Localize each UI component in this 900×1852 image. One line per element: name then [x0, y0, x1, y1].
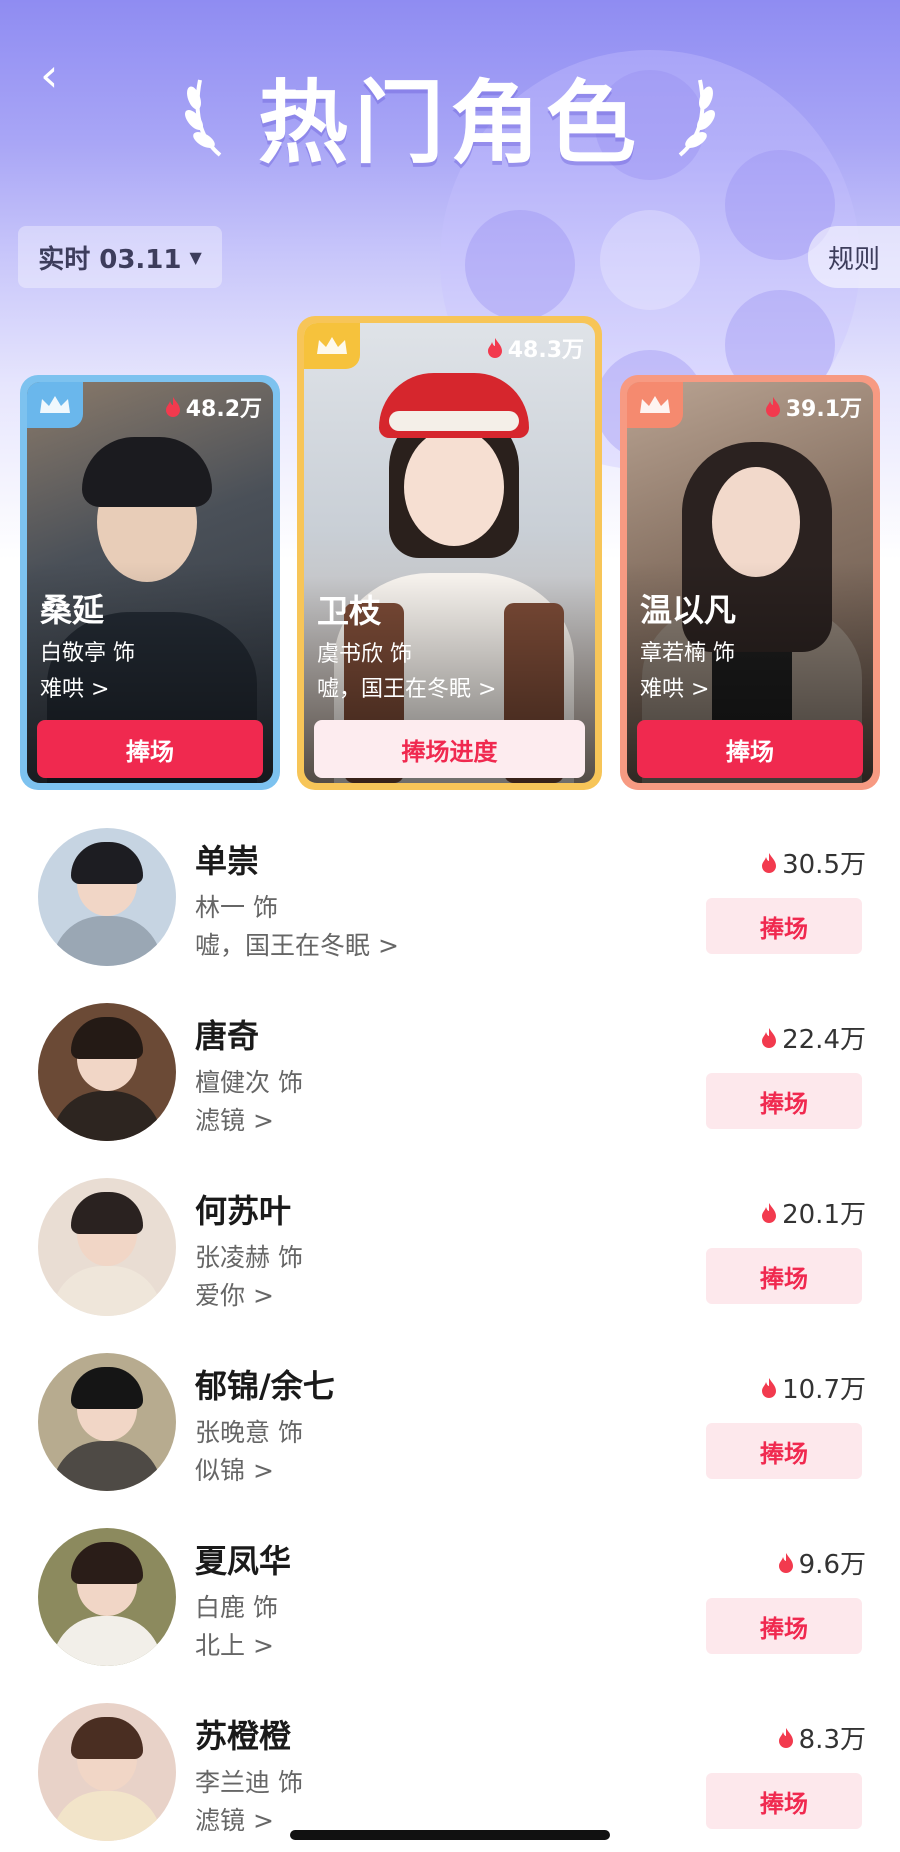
actor-name: 虞书欣 饰	[317, 642, 412, 667]
flame-icon	[165, 397, 180, 417]
heat-count: 8.3万	[777, 1719, 866, 1756]
avatar[interactable]	[38, 828, 176, 966]
flame-icon	[762, 1027, 777, 1048]
actor-name: 张凌赫 饰	[195, 1243, 303, 1272]
heat-count: 39.1万	[764, 391, 862, 423]
actor-name: 张晚意 饰	[195, 1418, 303, 1447]
rules-button[interactable]: 规则	[808, 226, 900, 288]
home-indicator[interactable]	[290, 1830, 610, 1840]
show-link[interactable]: 爱你 >	[195, 1276, 274, 1312]
actor-name: 林一 饰	[195, 893, 278, 922]
top-card-rank-1[interactable]: 48.3万 卫枝 虞书欣 饰 嘘，国王在冬眠 > 捧场进度	[297, 316, 602, 790]
flame-icon	[762, 1202, 777, 1223]
character-name: 苏橙橙	[195, 1717, 292, 1755]
support-button[interactable]: 捧场	[637, 720, 863, 778]
actor-name: 章若楠 饰	[640, 641, 735, 666]
actor-name: 白敬亭 饰	[40, 641, 135, 666]
character-name: 卫枝	[317, 592, 382, 630]
laurel-right-icon	[678, 79, 715, 157]
avatar[interactable]	[38, 1703, 176, 1841]
support-button[interactable]: 捧场	[706, 1073, 862, 1129]
show-link[interactable]: 嘘，国王在冬眠 >	[195, 926, 399, 962]
actor-name: 檀健次 饰	[195, 1068, 303, 1097]
show-link[interactable]: 滤镜 >	[195, 1101, 274, 1137]
character-name: 夏凤华	[195, 1542, 292, 1580]
top-card-rank-3[interactable]: 39.1万 温以凡 章若楠 饰 难哄 > 捧场	[620, 375, 880, 790]
show-link[interactable]: 似锦 >	[195, 1451, 274, 1487]
character-name: 温以凡	[640, 591, 737, 629]
show-link[interactable]: 滤镜 >	[195, 1801, 274, 1837]
heat-count: 20.1万	[760, 1194, 866, 1231]
show-link[interactable]: 嘘，国王在冬眠 >	[317, 671, 496, 703]
character-name: 郁锦/余七	[195, 1367, 335, 1405]
list-item[interactable]: 郁锦/余七 张晚意 饰 似锦 > 10.7万 捧场	[0, 1353, 900, 1528]
support-button[interactable]: 捧场	[706, 1598, 862, 1654]
support-progress-button[interactable]: 捧场进度	[314, 720, 585, 778]
date-label: 实时 03.11	[38, 244, 182, 275]
top-card-rank-2[interactable]: 48.2万 桑延 白敬亭 饰 难哄 > 捧场	[20, 375, 280, 790]
date-dropdown[interactable]: 实时 03.11 ▼	[18, 226, 222, 288]
page-title-area: 热门角色	[0, 55, 900, 176]
support-button[interactable]: 捧场	[37, 720, 263, 778]
heat-count: 30.5万	[760, 844, 866, 881]
list-item[interactable]: 何苏叶 张凌赫 饰 爱你 > 20.1万 捧场	[0, 1178, 900, 1353]
heat-count: 22.4万	[760, 1019, 866, 1056]
show-link[interactable]: 难哄 >	[640, 671, 709, 703]
actor-name: 李兰迪 饰	[195, 1768, 303, 1797]
flame-icon	[778, 1727, 793, 1748]
flame-icon	[487, 338, 502, 358]
crown-icon	[27, 382, 83, 428]
avatar[interactable]	[38, 1353, 176, 1491]
support-button[interactable]: 捧场	[706, 1773, 862, 1829]
actor-name: 白鹿 饰	[195, 1593, 278, 1622]
heat-count: 48.3万	[486, 332, 584, 364]
caret-down-icon: ▼	[189, 247, 202, 267]
support-button[interactable]: 捧场	[706, 898, 862, 954]
crown-icon	[304, 323, 360, 369]
support-button[interactable]: 捧场	[706, 1248, 862, 1304]
character-name: 唐奇	[195, 1017, 260, 1055]
avatar[interactable]	[38, 1528, 176, 1666]
support-button[interactable]: 捧场	[706, 1423, 862, 1479]
list-item[interactable]: 唐奇 檀健次 饰 滤镜 > 22.4万 捧场	[0, 1003, 900, 1178]
avatar[interactable]	[38, 1003, 176, 1141]
flame-icon	[762, 1377, 777, 1398]
heat-count: 10.7万	[760, 1369, 866, 1406]
heat-count: 9.6万	[777, 1544, 866, 1581]
avatar[interactable]	[38, 1178, 176, 1316]
list-item[interactable]: 夏凤华 白鹿 饰 北上 > 9.6万 捧场	[0, 1528, 900, 1703]
show-link[interactable]: 难哄 >	[40, 671, 109, 703]
character-name: 单崇	[195, 842, 260, 880]
flame-icon	[778, 1552, 793, 1573]
flame-icon	[762, 852, 777, 873]
list-item[interactable]: 单崇 林一 饰 嘘，国王在冬眠 > 30.5万 捧场	[0, 828, 900, 1003]
heat-count: 48.2万	[164, 391, 262, 423]
crown-icon	[627, 382, 683, 428]
show-link[interactable]: 北上 >	[195, 1626, 274, 1662]
character-name: 何苏叶	[195, 1192, 292, 1230]
page-title: 热门角色	[258, 71, 642, 176]
flame-icon	[765, 397, 780, 417]
laurel-left-icon	[185, 79, 222, 157]
character-name: 桑延	[40, 591, 105, 629]
